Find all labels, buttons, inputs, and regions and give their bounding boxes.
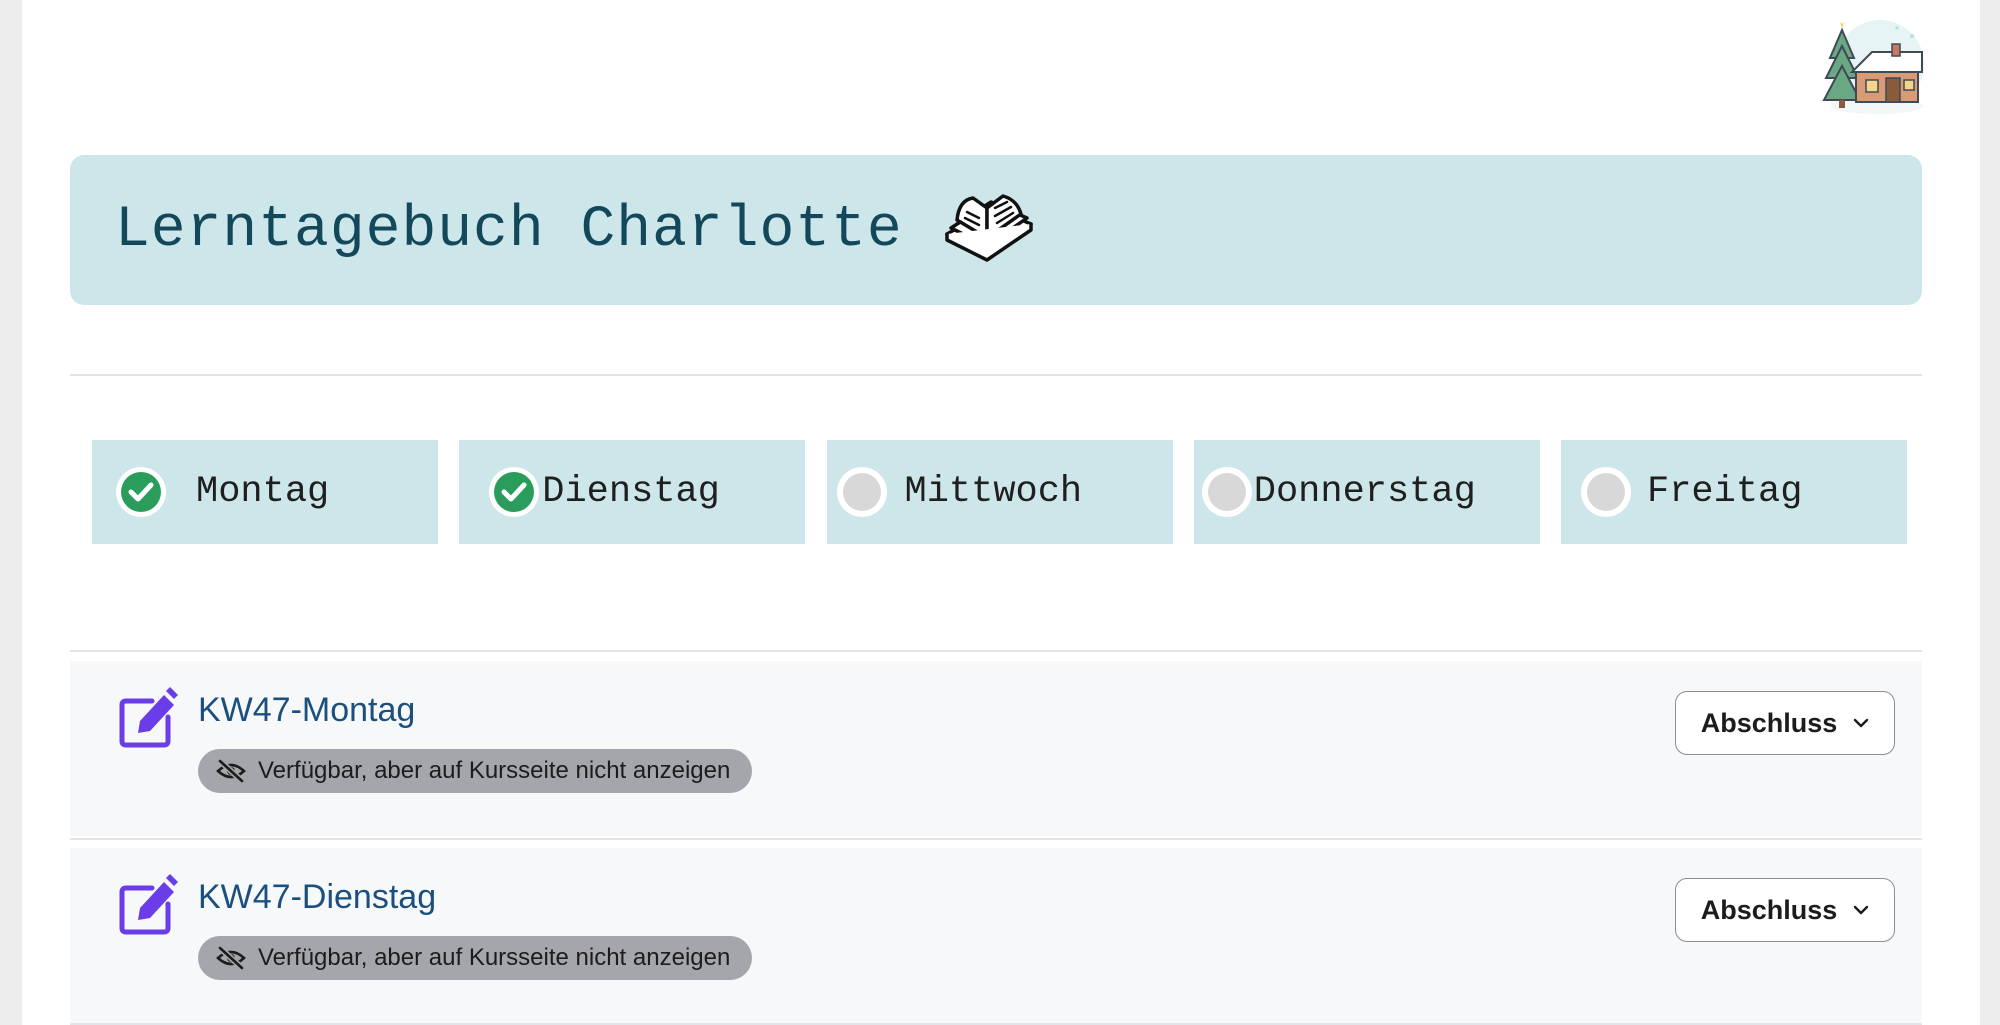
visibility-badge: Verfügbar, aber auf Kursseite nicht anze… xyxy=(198,936,753,980)
badge-text: Verfügbar, aber auf Kursseite nicht anze… xyxy=(258,944,731,971)
day-label: Montag xyxy=(196,471,330,513)
check-circle-icon xyxy=(487,465,541,519)
open-book-icon xyxy=(944,194,1033,262)
divider xyxy=(70,838,1922,840)
eye-slash-icon xyxy=(216,946,246,970)
empty-circle-icon xyxy=(1200,465,1254,519)
divider xyxy=(70,374,1922,376)
activity-kw47-dienstag: KW47-Dienstag Verfügbar, aber auf Kursse… xyxy=(70,848,1922,1023)
day-label: Dienstag xyxy=(542,471,720,513)
visibility-badge: Verfügbar, aber auf Kursseite nicht anze… xyxy=(198,749,753,793)
button-label: Abschluss xyxy=(1700,894,1838,925)
completion-dropdown-button[interactable]: Abschluss xyxy=(1675,878,1895,942)
tab-freitag[interactable]: Freitag xyxy=(1561,440,1907,544)
edit-assignment-icon xyxy=(119,874,178,935)
day-label: Freitag xyxy=(1647,471,1803,513)
badge-text: Verfügbar, aber auf Kursseite nicht anze… xyxy=(258,757,731,784)
day-label: Donnerstag xyxy=(1253,471,1476,513)
weekday-tabs: Montag Dienstag Mittwoch Donnerstag Frei… xyxy=(92,440,1907,545)
tab-dienstag[interactable]: Dienstag xyxy=(459,440,806,544)
winter-house-avatar xyxy=(1822,18,1927,118)
empty-circle-icon xyxy=(835,465,889,519)
check-circle-icon xyxy=(114,465,168,519)
button-label: Abschluss xyxy=(1700,707,1838,738)
activity-kw47-montag: KW47-Montag Verfügbar, aber auf Kursseit… xyxy=(70,661,1922,836)
page-title: Lerntagebuch Charlotte xyxy=(115,197,903,263)
journal-banner: Lerntagebuch Charlotte xyxy=(70,155,1922,305)
divider xyxy=(70,650,1922,652)
empty-circle-icon xyxy=(1579,465,1633,519)
activity-link[interactable]: KW47-Dienstag xyxy=(198,878,436,917)
chevron-down-icon xyxy=(1854,718,1869,728)
tab-mittwoch[interactable]: Mittwoch xyxy=(826,440,1173,544)
chevron-down-icon xyxy=(1854,905,1869,915)
edit-assignment-icon xyxy=(119,687,178,748)
day-label: Mittwoch xyxy=(904,471,1083,513)
tab-donnerstag[interactable]: Donnerstag xyxy=(1193,440,1540,544)
activity-link[interactable]: KW47-Montag xyxy=(198,691,415,730)
eye-slash-icon xyxy=(216,759,246,783)
completion-dropdown-button[interactable]: Abschluss xyxy=(1675,691,1895,755)
course-page: Lerntagebuch Charlotte Montag Dienstag M… xyxy=(22,0,1980,1025)
tab-montag[interactable]: Montag xyxy=(92,440,438,544)
